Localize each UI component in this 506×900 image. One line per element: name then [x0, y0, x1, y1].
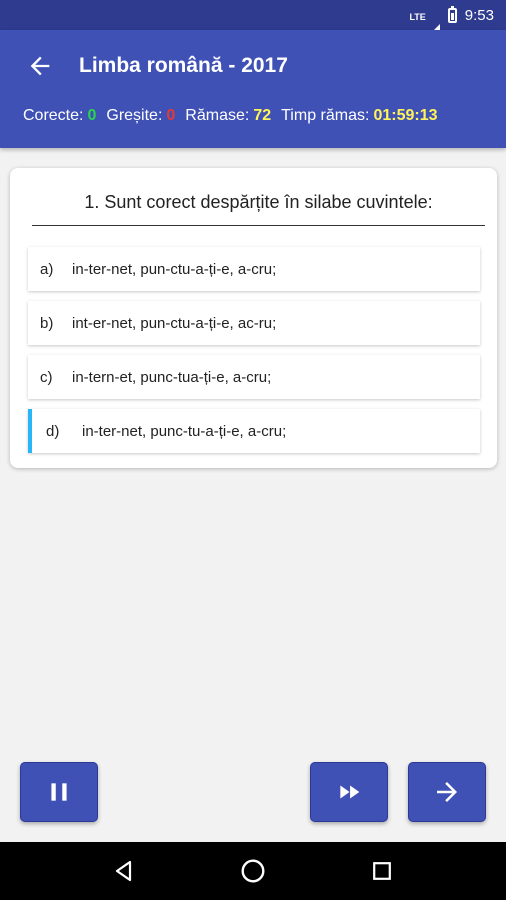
stat-time-value: 01:59:13 — [373, 107, 438, 124]
triangle-back-icon — [116, 860, 132, 882]
stat-wrong-label: Greșite: — [106, 107, 163, 124]
answer-option-a[interactable]: a) in-ter-net, pun-ctu-a-ți-e, a-cru; — [28, 247, 480, 291]
clock: 9:53 — [464, 6, 494, 24]
question-card: 1. Sunt corect despărțite în silabe cuvi… — [10, 168, 497, 468]
answer-option-d[interactable]: d) in-ter-net, punc-tu-a-ți-e, a-cru; — [28, 409, 480, 453]
stat-correct: Corecte: 0 — [23, 107, 96, 125]
answer-letter: a) — [40, 260, 54, 278]
answer-letter: d) — [46, 422, 60, 440]
nav-home-button[interactable] — [233, 851, 273, 891]
answer-text: in-ter-net, punc-tu-a-ți-e, a-cru; — [82, 422, 287, 440]
answer-text: in-tern-et, punc-tua-ți-e, a-cru; — [72, 368, 272, 386]
question-text: 1. Sunt corect despărțite în silabe cuvi… — [84, 192, 433, 212]
pause-icon — [51, 783, 67, 801]
nav-recents-button[interactable] — [362, 851, 402, 891]
stat-remaining-value: 72 — [253, 107, 272, 124]
fast-forward-icon — [340, 785, 360, 799]
answer-letter: b) — [40, 314, 54, 332]
pause-button[interactable] — [20, 762, 98, 822]
answer-text: int-er-net, pun-ctu-a-ți-e, ac-ru; — [72, 314, 277, 332]
arrow-left-icon — [30, 56, 50, 76]
answer-option-b[interactable]: b) int-er-net, pun-ctu-a-ți-e, ac-ru; — [28, 301, 480, 345]
stat-correct-value: 0 — [87, 107, 97, 124]
stat-correct-label: Corecte: — [23, 107, 84, 124]
circle-home-icon — [241, 859, 265, 883]
answer-option-c[interactable]: c) in-tern-et, punc-tua-ți-e, a-cru; — [28, 355, 480, 399]
network-type-label: LTE — [409, 11, 426, 22]
stat-time-label: Timp rămas: — [281, 107, 370, 124]
stat-wrong-value: 0 — [166, 107, 176, 124]
system-nav-bar — [0, 842, 506, 900]
battery-icon — [447, 5, 457, 23]
answer-text: in-ter-net, pun-ctu-a-ți-e, a-cru; — [72, 260, 277, 278]
square-recents-icon — [372, 862, 391, 880]
stat-remaining: Rămase: 72 — [185, 107, 271, 125]
stats-row: Corecte: 0 Greșite: 0 Rămase: 72 Timp rămas… — [23, 107, 488, 125]
stat-remaining-label: Rămase: — [185, 107, 250, 124]
skip-button[interactable] — [310, 762, 388, 822]
lte-signal-icon: LTE — [409, 6, 440, 38]
divider — [32, 225, 485, 226]
arrow-right-icon — [437, 782, 457, 802]
next-button[interactable] — [408, 762, 486, 822]
status-bar: LTE 9:53 — [0, 0, 506, 38]
app-bar: Limba română - 2017 Corecte: 0 Greșite: 0 … — [0, 30, 506, 148]
back-button[interactable] — [22, 48, 58, 84]
answer-letter: c) — [40, 368, 53, 386]
nav-back-button[interactable] — [104, 851, 144, 891]
page-title: Limba română - 2017 — [79, 54, 288, 77]
stat-time: Timp rămas: 01:59:13 — [281, 107, 437, 125]
stat-wrong: Greșite: 0 — [106, 107, 175, 125]
